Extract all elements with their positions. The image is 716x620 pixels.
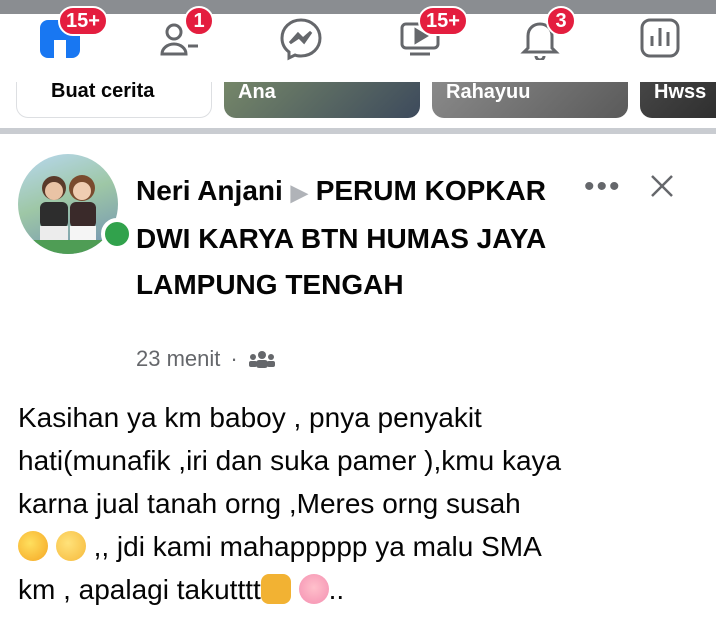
nav-friends-badge: 1	[184, 6, 214, 36]
story-card[interactable]: Ana	[224, 82, 420, 118]
post-line-text: ..	[328, 574, 345, 605]
nav-home[interactable]: 15+	[32, 6, 108, 60]
menu-icon	[640, 18, 680, 58]
post-line-with-emoji: ,, jdi kami mahappppp ya malu SMA	[18, 525, 708, 568]
story-label: Hwss	[654, 82, 707, 103]
story-create[interactable]: Buat cerita	[16, 82, 212, 118]
post-header: Neri Anjani ▶ PERUM KOPKAR DWI KARYA BTN H…	[136, 168, 556, 308]
online-status-dot	[101, 218, 133, 250]
story-label: Rahayuu	[446, 82, 531, 103]
story-label: Ana	[238, 82, 276, 103]
post-author[interactable]: Neri Anjani	[136, 175, 283, 206]
post-line: karna jual tanah orng ,Meres orng susah	[18, 488, 521, 519]
status-bar-shade	[0, 0, 716, 14]
post-body: Kasihan ya km baboy , pnya penyakit hati…	[18, 396, 708, 611]
pig-emoji-icon	[298, 574, 329, 604]
feed-post: Neri Anjani ▶ PERUM KOPKAR DWI KARYA BTN H…	[0, 134, 716, 620]
nav-messenger[interactable]	[272, 8, 328, 61]
group-icon	[248, 351, 275, 368]
arrow-right-icon: ▶	[290, 180, 308, 205]
more-options-icon[interactable]: •••	[584, 170, 622, 204]
top-nav-bar: 15+ 1 15+ 3	[0, 0, 716, 82]
nav-notifications[interactable]: 3	[512, 6, 576, 60]
stories-strip: Buat cerita Ana Rahayuu Hwss	[0, 82, 716, 122]
post-line-text: ,, jdi kami mahappppp ya malu SMA	[93, 531, 542, 562]
nav-home-badge: 15+	[58, 6, 108, 36]
post-line: Kasihan ya km baboy , pnya penyakit	[18, 402, 482, 433]
post-meta: 23 menit ·	[136, 346, 276, 372]
nav-video-badge: 15+	[418, 6, 468, 36]
separator-dot: ·	[230, 346, 238, 371]
post-line-with-emoji: km , apalagi takutttt ..	[18, 568, 708, 611]
nav-menu[interactable]	[632, 8, 688, 60]
story-card[interactable]: Hwss	[640, 82, 716, 118]
story-card[interactable]: Rahayuu	[432, 82, 628, 118]
fist-emoji-icon	[260, 574, 291, 604]
nav-notifications-badge: 3	[546, 6, 576, 36]
nav-video[interactable]: 15+	[392, 6, 468, 60]
rolling-laughing-emoji-icon	[18, 531, 48, 561]
yawning-face-emoji-icon	[55, 531, 86, 561]
nav-friends[interactable]: 1	[152, 6, 214, 60]
post-time[interactable]: 23 menit	[136, 346, 220, 372]
post-line-text: km , apalagi takutttt	[18, 574, 261, 605]
messenger-icon	[280, 18, 322, 61]
close-icon[interactable]	[646, 170, 678, 207]
post-line: hati(munafik ,iri dan suka pamer ),kmu k…	[18, 445, 562, 476]
story-label: Buat cerita	[51, 82, 155, 102]
